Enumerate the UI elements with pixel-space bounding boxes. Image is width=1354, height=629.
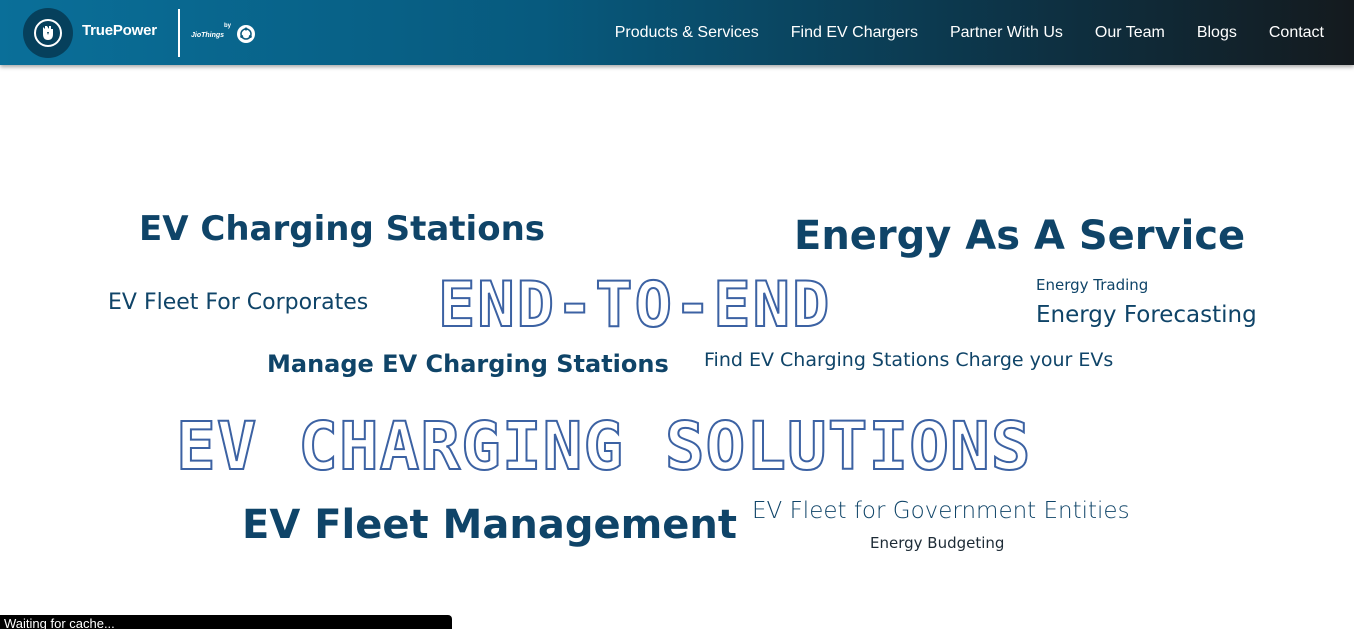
nav-blogs[interactable]: Blogs — [1197, 24, 1237, 42]
nav-products-services[interactable]: Products & Services — [615, 24, 759, 42]
nav-contact[interactable]: Contact — [1269, 24, 1324, 42]
word-manage-ev-charging[interactable]: Manage EV Charging Stations — [267, 352, 669, 376]
word-find-ev-charging[interactable]: Find EV Charging Stations Charge your EV… — [704, 351, 1113, 370]
brand-by-label: by — [224, 23, 232, 29]
power-fist-icon — [34, 19, 62, 47]
word-ev-fleet-management[interactable]: EV Fleet Management — [242, 505, 737, 545]
status-text: Waiting for cache... — [4, 616, 115, 629]
nav-our-team[interactable]: Our Team — [1095, 24, 1165, 42]
browser-status-bar: Waiting for cache... — [0, 615, 452, 629]
brand-name[interactable]: TruePower — [82, 22, 157, 39]
nav-find-ev-chargers[interactable]: Find EV Chargers — [791, 24, 918, 42]
main-nav: Products & Services Find EV Chargers Par… — [615, 0, 1324, 65]
word-ev-fleet-corporates[interactable]: EV Fleet For Corporates — [108, 292, 368, 314]
word-energy-budgeting[interactable]: Energy Budgeting — [870, 536, 1004, 551]
word-energy-forecasting[interactable]: Energy Forecasting — [1036, 304, 1257, 327]
word-ev-charging-stations[interactable]: EV Charging Stations — [139, 212, 545, 246]
word-energy-as-a-service[interactable]: Energy As A Service — [794, 216, 1245, 256]
jio-emblem-icon — [237, 25, 255, 43]
nav-partner-with-us[interactable]: Partner With Us — [950, 24, 1063, 42]
logo-divider — [178, 9, 180, 57]
top-navbar: TruePower by JioThings Products & Servic… — [0, 0, 1354, 65]
word-end-to-end[interactable]: END-TO-END — [437, 273, 831, 337]
word-ev-charging-solutions[interactable]: EV CHARGING SOLUTIONS — [175, 413, 1031, 481]
truepower-logo-icon[interactable] — [23, 8, 73, 58]
word-energy-trading[interactable]: Energy Trading — [1036, 278, 1148, 293]
brand-partner-label: JioThings — [191, 32, 225, 39]
word-ev-fleet-government[interactable]: EV Fleet for Government Entities — [752, 500, 1130, 523]
